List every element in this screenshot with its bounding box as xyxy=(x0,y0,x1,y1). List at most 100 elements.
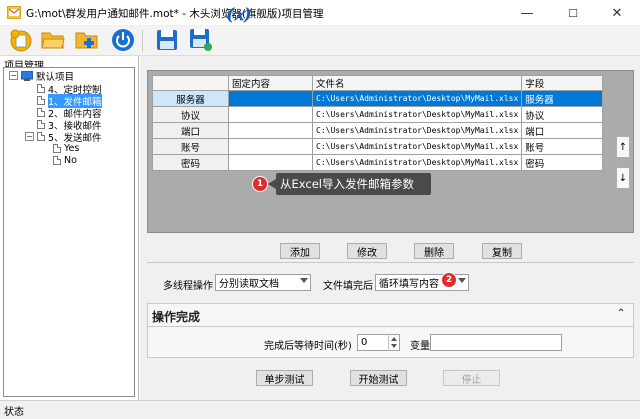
power-icon xyxy=(112,29,134,51)
add-button[interactable]: 添加 xyxy=(280,243,320,259)
row-name: 服务器 xyxy=(152,90,229,107)
start-test-button[interactable]: 开始测试 xyxy=(350,370,407,386)
section-divider xyxy=(147,262,634,263)
row-name: 协议 xyxy=(152,106,229,123)
document-icon xyxy=(53,156,61,165)
fixed-cell[interactable] xyxy=(228,122,313,139)
field-cell[interactable]: 密码 xyxy=(521,154,604,171)
document-icon xyxy=(37,108,45,117)
thread-mode-label: 多线程操作 xyxy=(163,281,213,292)
maximize-button[interactable]: ☐ xyxy=(550,0,596,26)
row-name: 端口 xyxy=(152,122,229,139)
open-folder-button[interactable] xyxy=(40,27,66,53)
after-fill-label: 文件填完后 xyxy=(323,281,373,292)
tree-item-receiver[interactable]: 3、接收邮件 xyxy=(37,119,102,132)
fixed-cell[interactable] xyxy=(228,154,313,171)
field-cell[interactable]: 协议 xyxy=(521,106,604,123)
power-button[interactable] xyxy=(110,27,136,53)
grid-header: 固定内容 xyxy=(228,75,313,91)
status-bar xyxy=(0,400,640,419)
tree-subitem-yes[interactable]: Yes xyxy=(53,143,79,154)
file-cell[interactable]: C:\Users\Administrator\Desktop\MyMail.xl… xyxy=(311,106,523,123)
row-name: 账号 xyxy=(152,138,229,155)
app-icon xyxy=(7,6,21,19)
grid-header-row: 固定内容 文件名 字段 xyxy=(152,75,604,91)
status-text: 状态 xyxy=(4,407,24,418)
file-cell[interactable]: C:\Users\Administrator\Desktop\MyMail.xl… xyxy=(311,122,523,139)
variable-label: 变量 xyxy=(410,341,430,352)
tree-item-content[interactable]: 2、邮件内容 xyxy=(37,107,102,120)
file-cell[interactable]: C:\Users\Administrator\Desktop\MyMail.xl… xyxy=(311,154,523,171)
completion-header[interactable] xyxy=(147,303,634,326)
variable-button[interactable]: (𝑥) xyxy=(224,1,254,29)
variable-input[interactable] xyxy=(430,334,562,351)
thread-mode-select[interactable]: 分别读取文档 xyxy=(215,274,311,291)
file-cell[interactable]: C:\Users\Administrator\Desktop\MyMail.xl… xyxy=(311,90,523,107)
grid-header: 文件名 xyxy=(311,75,523,91)
stepper-arrows[interactable] xyxy=(388,334,399,351)
save-icon xyxy=(157,30,177,50)
grid-header xyxy=(152,75,229,91)
after-fill-value: 循环填写内容 xyxy=(379,279,439,290)
field-cell[interactable]: 端口 xyxy=(521,122,604,139)
tree-subitem-label: No xyxy=(64,155,77,166)
tree-item-label: 5、发送邮件 xyxy=(48,132,102,144)
save-all-button[interactable] xyxy=(188,27,214,53)
annotation-tooltip: 从Excel导入发件邮箱参数 xyxy=(268,173,431,195)
completion-title: 操作完成 xyxy=(152,310,201,324)
annotation-badge-1: 1 xyxy=(252,176,268,192)
delete-button[interactable]: 删除 xyxy=(414,243,454,259)
chevron-down-icon xyxy=(300,278,308,283)
tree-item-schedule[interactable]: 4、定时控制 xyxy=(37,83,102,96)
wait-time-value: 0 xyxy=(361,337,368,348)
collapse-send-icon[interactable]: − xyxy=(25,132,34,141)
toolbar-separator xyxy=(142,30,143,52)
table-row[interactable]: 密码 C:\Users\Administrator\Desktop\MyMail… xyxy=(152,154,604,171)
tree-item-sender[interactable]: 1、发件邮箱 xyxy=(37,93,102,108)
move-down-button[interactable]: ↓ xyxy=(616,167,630,189)
project-icon xyxy=(21,70,33,81)
save-all-icon xyxy=(190,29,212,51)
fixed-cell[interactable] xyxy=(228,106,313,123)
collapse-root-icon[interactable]: − xyxy=(9,71,18,80)
tree-root-label: 默认项目 xyxy=(36,71,75,83)
add-folder-button[interactable] xyxy=(74,27,100,53)
field-cell[interactable]: 账号 xyxy=(521,138,604,155)
table-row[interactable]: 协议 C:\Users\Administrator\Desktop\MyMail… xyxy=(152,106,604,123)
row-name: 密码 xyxy=(152,154,229,171)
document-icon xyxy=(37,132,45,141)
copy-button[interactable]: 复制 xyxy=(482,243,522,259)
collapse-icon[interactable]: ⌃ xyxy=(617,308,625,319)
move-up-button[interactable]: ↑ xyxy=(616,136,630,158)
table-row[interactable]: 服务器 C:\Users\Administrator\Desktop\MyMai… xyxy=(152,90,604,107)
close-button[interactable]: ✕ xyxy=(594,0,640,26)
spin-down-icon[interactable] xyxy=(391,344,397,348)
parameter-grid[interactable]: 固定内容 文件名 字段 服务器 C:\Users\Administrator\D… xyxy=(152,75,604,171)
document-icon xyxy=(37,84,45,93)
edit-button[interactable]: 修改 xyxy=(347,243,387,259)
fixed-cell[interactable] xyxy=(228,90,313,107)
chevron-down-icon xyxy=(458,278,466,283)
folder-open-icon xyxy=(41,32,65,49)
document-icon xyxy=(37,96,45,105)
tree-subitem-no[interactable]: No xyxy=(53,155,77,166)
field-cell[interactable]: 服务器 xyxy=(521,90,604,107)
file-cell[interactable]: C:\Users\Administrator\Desktop\MyMail.xl… xyxy=(311,138,523,155)
grid-header: 字段 xyxy=(521,75,604,91)
table-row[interactable]: 端口 C:\Users\Administrator\Desktop\MyMail… xyxy=(152,122,604,139)
fixed-cell[interactable] xyxy=(228,138,313,155)
document-icon xyxy=(53,144,61,153)
wait-time-label: 完成后等待时间(秒) xyxy=(264,341,352,352)
tree-item-send[interactable]: 5、发送邮件 xyxy=(37,131,102,144)
window-title: G:\mot\群发用户通知邮件.mot* - 木头浏览器(旗舰版)项目管理 xyxy=(26,8,324,20)
stop-button[interactable]: 停止 xyxy=(443,370,500,386)
step-test-button[interactable]: 单步测试 xyxy=(256,370,313,386)
minimize-button[interactable]: — xyxy=(504,0,550,26)
parameter-grid-area: 固定内容 文件名 字段 服务器 C:\Users\Administrator\D… xyxy=(147,70,634,233)
spin-up-icon[interactable] xyxy=(391,337,397,341)
save-button[interactable] xyxy=(154,27,180,53)
new-project-icon xyxy=(10,29,32,52)
tree-root[interactable]: 默认项目 xyxy=(21,70,75,83)
table-row[interactable]: 账号 C:\Users\Administrator\Desktop\MyMail… xyxy=(152,138,604,155)
new-project-button[interactable] xyxy=(8,27,34,53)
